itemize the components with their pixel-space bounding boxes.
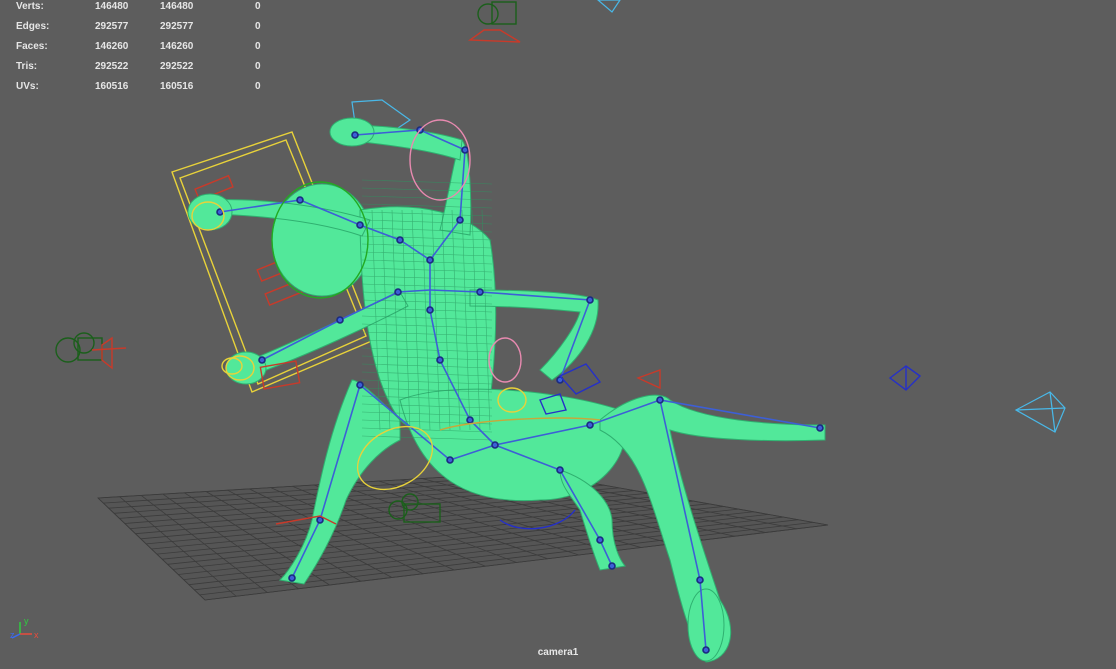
skeleton-joint[interactable]	[656, 396, 664, 404]
skeleton-joint[interactable]	[446, 456, 454, 464]
hud-value-selected: 292522	[160, 61, 194, 72]
hud-row-tris: Tris: 292522 292522 0	[0, 60, 270, 80]
skeleton-joint[interactable]	[596, 536, 604, 544]
hud-value-object: 160516	[95, 81, 129, 92]
camera-name-label: camera1	[537, 647, 579, 658]
axis-y-label: y	[24, 616, 29, 626]
camera-icon-blue-right[interactable]	[888, 365, 922, 391]
axis-x-label: x	[34, 630, 39, 640]
axis-z-label: z	[10, 630, 15, 640]
skeleton-joint[interactable]	[351, 131, 359, 139]
hud-value-component: 0	[255, 1, 261, 12]
skeleton-joint[interactable]	[316, 516, 324, 524]
skeleton-joint[interactable]	[288, 574, 296, 582]
skeleton-joint[interactable]	[426, 306, 434, 314]
skeleton-joint[interactable]	[556, 466, 564, 474]
hud-value-selected: 292577	[160, 21, 194, 32]
hud-value-component: 0	[255, 81, 261, 92]
skeleton-joint[interactable]	[696, 576, 704, 584]
hud-value-component: 0	[255, 61, 261, 72]
camera-icon-red-center[interactable]	[636, 369, 661, 390]
hud-row-uvs: UVs: 160516 160516 0	[0, 80, 270, 100]
hud-row-faces: Faces: 146260 146260 0	[0, 40, 270, 60]
skeleton-joint[interactable]	[466, 416, 474, 424]
camera-icon-cyan-right[interactable]	[1014, 391, 1066, 433]
camera-icon-top[interactable]	[467, 1, 521, 43]
skeleton-joint[interactable]	[356, 381, 364, 389]
skeleton-joint[interactable]	[394, 288, 402, 296]
camera-icon-cyan-top[interactable]	[351, 0, 621, 141]
skeleton-joint[interactable]	[461, 146, 469, 154]
skeleton-joint[interactable]	[456, 216, 464, 224]
skeleton-joint[interactable]	[356, 221, 364, 229]
skeleton-joint[interactable]	[396, 236, 404, 244]
skeleton-joint[interactable]	[586, 421, 594, 429]
hud-value-object: 146260	[95, 41, 129, 52]
skeleton-joint[interactable]	[296, 196, 304, 204]
skeleton-joint[interactable]	[258, 356, 266, 364]
hud-value-selected: 146480	[160, 1, 194, 12]
hud-value-object: 292522	[95, 61, 129, 72]
skeleton-joint[interactable]	[426, 256, 434, 264]
skeleton-joint[interactable]	[586, 296, 594, 304]
hud-label: Faces:	[16, 41, 48, 52]
skeleton-joint[interactable]	[816, 424, 824, 432]
skeleton-joint[interactable]	[436, 356, 444, 364]
hud-label: Edges:	[16, 21, 50, 32]
axis-gizmo: y x z	[10, 616, 39, 640]
hud-value-object: 146480	[95, 1, 129, 12]
ground-grid	[97, 471, 829, 601]
poly-count-hud: Verts: 146480 146480 0 Edges: 292577 292…	[0, 0, 270, 100]
camera-icon-left[interactable]	[55, 332, 127, 370]
hud-value-component: 0	[255, 21, 261, 32]
hud-label: Verts:	[16, 1, 44, 12]
hud-label: UVs:	[16, 81, 39, 92]
skeleton-joint[interactable]	[476, 288, 484, 296]
skeleton-joint[interactable]	[336, 316, 344, 324]
3d-viewport[interactable]: y x z Verts: 146480 146480 0 Edges: 2925…	[0, 0, 1116, 669]
hud-label: Tris:	[16, 61, 38, 72]
skeleton-joint[interactable]	[608, 562, 616, 570]
hud-value-component: 0	[255, 41, 261, 52]
hud-value-selected: 160516	[160, 81, 194, 92]
skeleton-joint[interactable]	[491, 441, 499, 449]
hud-value-object: 292577	[95, 21, 129, 32]
character-mesh[interactable]	[187, 117, 826, 663]
hud-value-selected: 146260	[160, 41, 194, 52]
scene-view[interactable]: y x z	[0, 0, 1116, 669]
